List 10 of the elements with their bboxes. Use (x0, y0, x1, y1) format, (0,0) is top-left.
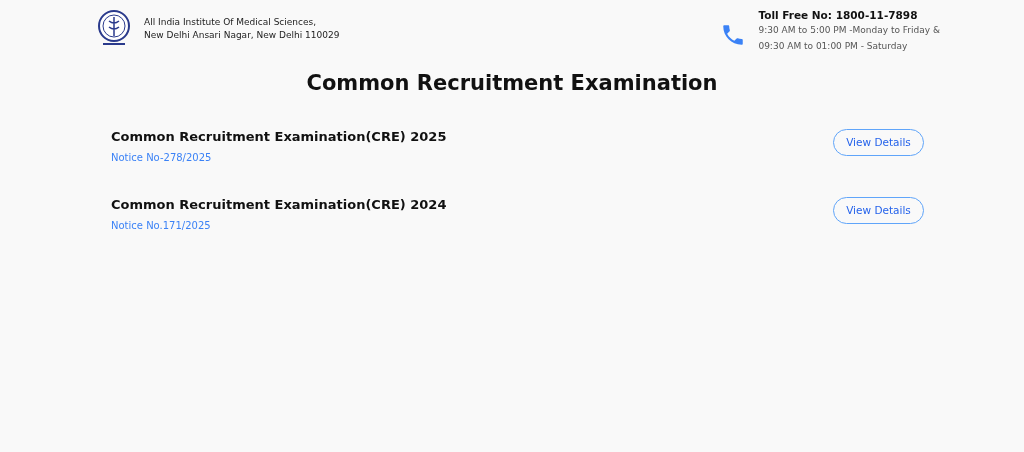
exam-title: Common Recruitment Examination(CRE) 2025 (111, 127, 447, 146)
toll-free-number: Toll Free No: 1800-11-7898 (758, 8, 919, 22)
exam-title: Common Recruitment Examination(CRE) 2024 (111, 195, 447, 214)
page-title: Common Recruitment Examination (305, 70, 719, 96)
institute-address: All India Institute Of Medical Sciences, New Delhi Ansari Nagar, New Delhi 110029 (144, 16, 340, 42)
notice-link[interactable]: Notice No-278/2025 (111, 150, 212, 165)
office-hours: 9:30 AM to 5:00 PM -Monday to Friday & (758, 24, 940, 37)
office-hours: 09:30 AM to 01:00 PM - Saturday (758, 40, 909, 53)
notice-link[interactable]: Notice No.171/2025 (111, 218, 211, 233)
emblem-logo (97, 10, 131, 48)
